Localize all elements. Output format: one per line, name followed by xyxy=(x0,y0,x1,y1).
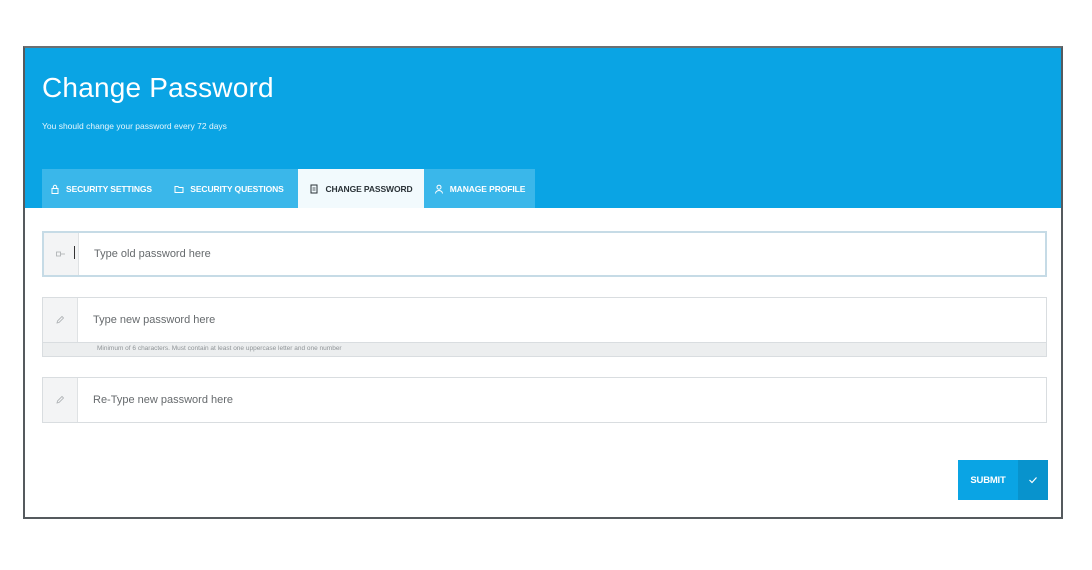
tab-label: SECURITY QUESTIONS xyxy=(190,183,284,194)
retype-password-input[interactable] xyxy=(78,378,1046,422)
folder-icon xyxy=(174,184,184,194)
checkmark-icon xyxy=(1018,460,1048,500)
tab-security-questions[interactable]: SECURITY QUESTIONS xyxy=(160,169,298,208)
user-icon xyxy=(434,184,444,194)
change-password-window: Change Password You should change your p… xyxy=(23,46,1063,519)
tab-bar: SECURITY SETTINGS SECURITY QUESTIONS CHA… xyxy=(42,169,535,208)
tab-label: SECURITY SETTINGS xyxy=(66,183,152,194)
document-icon xyxy=(309,184,319,194)
tab-change-password[interactable]: CHANGE PASSWORD xyxy=(298,169,424,208)
old-password-input[interactable] xyxy=(79,233,1045,275)
pencil-icon xyxy=(43,378,78,422)
tab-label: MANAGE PROFILE xyxy=(449,183,526,194)
lock-icon xyxy=(50,184,60,194)
retype-password-field xyxy=(42,377,1047,423)
pencil-icon xyxy=(43,298,78,342)
page-title: Change Password xyxy=(42,72,274,103)
tab-label: CHANGE PASSWORD xyxy=(325,183,413,194)
submit-button[interactable]: SUBMIT xyxy=(958,460,1048,500)
tab-manage-profile[interactable]: MANAGE PROFILE xyxy=(424,169,535,208)
new-password-field xyxy=(42,297,1047,343)
new-password-input[interactable] xyxy=(78,298,1046,342)
old-password-field xyxy=(42,231,1047,277)
header-banner: Change Password You should change your p… xyxy=(25,48,1061,208)
page-subtitle: You should change your password every 72… xyxy=(42,121,227,131)
tab-security-settings[interactable]: SECURITY SETTINGS xyxy=(42,169,160,208)
text-cursor xyxy=(74,246,75,259)
password-requirements-hint: Minimum of 6 characters. Must contain at… xyxy=(42,343,1047,357)
submit-label: SUBMIT xyxy=(958,460,1018,500)
